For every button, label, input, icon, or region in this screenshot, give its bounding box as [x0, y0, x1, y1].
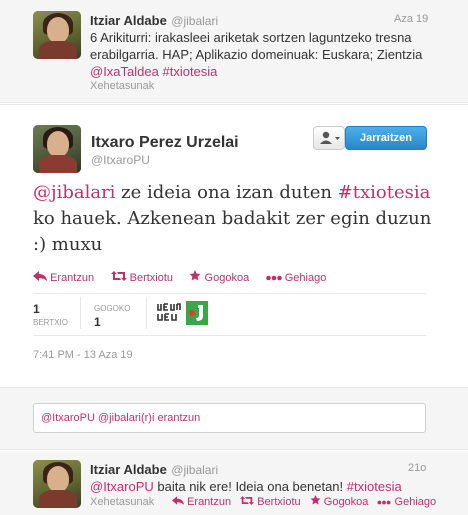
- ueu-logo-avatar[interactable]: [156, 302, 182, 324]
- tweet-text-line: :) muxu: [33, 234, 103, 255]
- retweet-label: Bertxiotu: [129, 272, 174, 284]
- favorite-action[interactable]: Gogokoa: [310, 495, 372, 508]
- favorite-count: 1: [94, 315, 101, 329]
- star-icon: [310, 495, 321, 505]
- more-dots-icon: [265, 275, 282, 281]
- retweet-action[interactable]: Bertxiotu: [240, 496, 304, 508]
- more-label: Gehiago: [394, 496, 437, 508]
- stat-divider: [80, 297, 81, 329]
- retweet-count: 1: [33, 302, 40, 316]
- tweet-text-segment: baita nik ere! Ideia ona benetan!: [153, 479, 347, 494]
- favorite-action[interactable]: Gogokoa: [189, 270, 249, 284]
- mention-link[interactable]: @IxaTaldea: [90, 64, 159, 79]
- author-name[interactable]: Itziar Aldabe: [90, 13, 167, 28]
- tweet-actions: Erantzun Bertxiotu Gogokoa Gehiago: [172, 495, 436, 508]
- favorite-label: Gogokoa: [204, 272, 250, 284]
- reply-label: Erantzun: [187, 496, 232, 508]
- star-icon: [189, 270, 201, 281]
- author-name[interactable]: Itxaro Perez Urzelai: [91, 134, 239, 152]
- tweet-time[interactable]: Aza 19: [394, 13, 428, 25]
- tweet-timestamp[interactable]: 7:41 PM - 13 Aza 19: [33, 349, 133, 361]
- hashtag-link[interactable]: #txiotesia: [338, 182, 431, 203]
- tweet-text: @ItxaroPU baita nik ere! Ideia ona benet…: [90, 478, 402, 495]
- tweet-time[interactable]: 21o: [408, 462, 426, 474]
- author-handle[interactable]: @ItxaroPU: [91, 153, 150, 167]
- stat-divider: [146, 297, 147, 329]
- divider: [33, 335, 426, 336]
- more-action[interactable]: Gehiago: [265, 272, 327, 284]
- mention-link[interactable]: @jibalari: [33, 182, 115, 203]
- hashtag-link[interactable]: #txiotesia: [162, 64, 217, 79]
- tweet-text: 6 Arikiturri: irakasleei ariketak sortze…: [90, 29, 450, 80]
- tweet-text: @jibalari ze ideia ona izan duten #txiot…: [33, 180, 443, 258]
- retweet-count-label: BERTXIO: [33, 318, 68, 327]
- divider: [33, 293, 426, 294]
- retweet-label: Bertxiotu: [257, 496, 301, 508]
- expanded-tweet: Itxaro Perez Urzelai @ItxaroPU Jarraitze…: [0, 104, 468, 386]
- ueu-logo-icon: [156, 302, 182, 324]
- tweet-item[interactable]: Itziar Aldabe @jibalari Aza 19 6 Arikitu…: [0, 0, 468, 103]
- author-name[interactable]: Itziar Aldabe: [90, 462, 167, 477]
- reply-label: Erantzun: [50, 272, 95, 284]
- green-logo-icon: [186, 301, 208, 325]
- details-link[interactable]: Xehetasunak: [90, 80, 154, 92]
- green-logo-avatar[interactable]: [186, 301, 208, 325]
- follow-button[interactable]: Jarraitzen: [345, 126, 427, 150]
- author-handle[interactable]: @jibalari: [171, 463, 218, 477]
- avatar[interactable]: [33, 125, 81, 173]
- tweet-text-line: ko hauek. Azkenean badakit zer egin duzu…: [33, 208, 432, 229]
- reply-action[interactable]: Erantzun: [33, 271, 94, 284]
- reply-icon: [172, 496, 184, 505]
- favorite-label: Gogokoa: [323, 496, 369, 508]
- reply-action[interactable]: Erantzun: [172, 496, 234, 508]
- mention-link[interactable]: @ItxaroPU: [90, 479, 154, 494]
- avatar[interactable]: [33, 11, 81, 59]
- details-link[interactable]: Xehetasunak: [90, 496, 154, 508]
- user-icon: [320, 131, 340, 144]
- tweet-text-segment: ze ideia ona izan duten: [115, 182, 338, 203]
- more-dots-icon: [377, 500, 391, 505]
- reply-icon: [33, 271, 47, 281]
- favorite-stat[interactable]: GOGOKO 1: [94, 304, 130, 329]
- retweet-stat[interactable]: 1 BERTXIO: [33, 302, 68, 327]
- retweet-icon: [110, 271, 127, 281]
- tweet-actions: Erantzun Bertxiotu Gogokoa Gehiago: [33, 268, 326, 286]
- avatar[interactable]: [33, 460, 81, 508]
- retweet-action[interactable]: Bertxiotu: [110, 271, 174, 284]
- tweet-text-line: erabilgarria. HAP; Aplikazio domeinuak: …: [90, 47, 423, 62]
- retweet-icon: [240, 496, 255, 505]
- author-handle[interactable]: @jibalari: [171, 14, 218, 28]
- hashtag-link[interactable]: #txiotesia: [347, 479, 402, 494]
- more-action[interactable]: Gehiago: [377, 496, 436, 508]
- reply-area: @ItxaroPU @jibalari(r)i erantzun: [0, 387, 468, 450]
- tweet-text-line: 6 Arikiturri: irakasleei ariketak sortze…: [90, 30, 412, 45]
- more-label: Gehiago: [284, 272, 327, 284]
- tweet-item[interactable]: Itziar Aldabe @jibalari 21o @ItxaroPU ba…: [0, 451, 468, 515]
- reply-input[interactable]: @ItxaroPU @jibalari(r)i erantzun: [33, 403, 426, 433]
- favorite-count-label: GOGOKO: [94, 304, 131, 313]
- user-menu-button[interactable]: [313, 126, 345, 150]
